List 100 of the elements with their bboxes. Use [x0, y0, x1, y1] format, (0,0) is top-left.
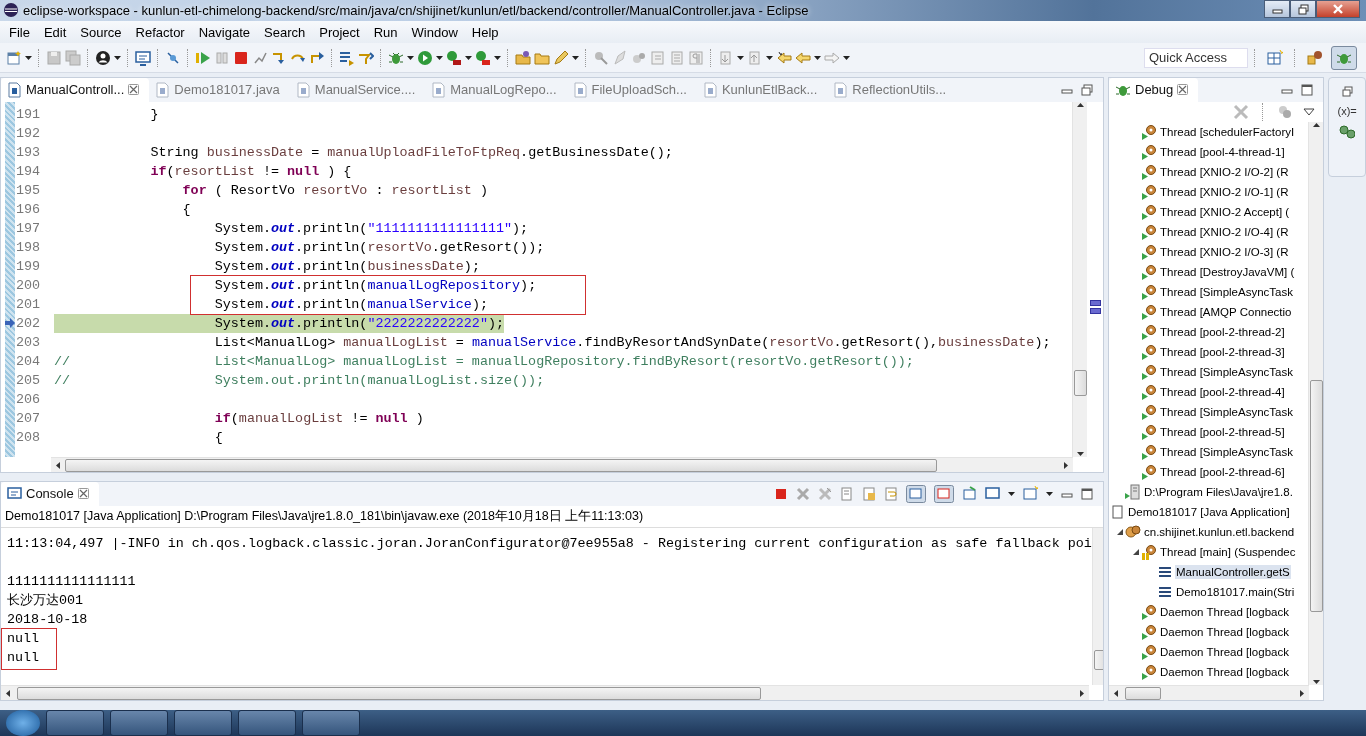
debug-tree-item[interactable]: Demo181017.main(Stri [1175, 584, 1296, 599]
vertical-scrollbar[interactable] [1308, 121, 1324, 685]
horizontal-scrollbar[interactable] [1, 684, 1089, 700]
close-icon[interactable] [77, 488, 89, 500]
console-tab[interactable]: Console [1, 481, 99, 506]
coverage-icon[interactable] [446, 49, 462, 66]
horizontal-scrollbar[interactable] [51, 456, 1073, 472]
caret-icon[interactable] [1008, 489, 1015, 498]
debug-tree-item[interactable]: Daemon Thread [logback [1159, 604, 1290, 619]
stop-icon[interactable] [233, 49, 249, 66]
menu-item[interactable]: Source [73, 24, 129, 40]
scroll-thumb[interactable] [1074, 369, 1087, 396]
debug-tree-item[interactable]: Demo181017 [Java Application] [1127, 504, 1291, 519]
terminate-icon[interactable] [774, 486, 788, 501]
editor-tab[interactable]: Demo181017.java [149, 77, 290, 102]
editor-tab[interactable]: ManualLogRepo... [425, 77, 567, 102]
menu-item[interactable]: Refactor [128, 24, 192, 40]
debug-perspective-button[interactable] [1331, 45, 1357, 70]
debug-tree-item[interactable]: Thread [XNIO-2 I/O-4] (R [1159, 224, 1290, 239]
show-on-output-icon[interactable] [906, 484, 926, 503]
debug-tab[interactable]: Debug [1109, 77, 1199, 102]
caret-icon[interactable] [494, 53, 501, 62]
scroll-right-icon[interactable] [1299, 688, 1306, 697]
caret-icon[interactable] [737, 53, 744, 62]
close-icon[interactable] [128, 84, 140, 96]
debug-tree-item[interactable]: ManualController.getS [1175, 564, 1291, 579]
maximize-icon[interactable] [1301, 83, 1314, 96]
caret-icon[interactable] [465, 53, 472, 62]
menu-item[interactable]: Help [464, 24, 506, 40]
overview-marker[interactable] [1090, 307, 1101, 314]
caret-icon[interactable] [1046, 489, 1053, 498]
menu-item[interactable]: Navigate [191, 24, 257, 40]
taskbar-button[interactable] [46, 710, 104, 736]
caret-icon[interactable] [114, 53, 121, 62]
caret-icon[interactable] [407, 53, 414, 62]
debug-tree-item[interactable]: Thread [XNIO-2 I/O-1] (R [1159, 184, 1290, 199]
scroll-thumb[interactable] [65, 458, 937, 472]
taskbar-button[interactable] [302, 710, 360, 736]
debug-tree-item[interactable]: Thread [AMQP Connectio [1159, 304, 1293, 319]
horizontal-scrollbar[interactable] [1109, 684, 1310, 700]
menu-item[interactable]: Edit [36, 24, 74, 40]
maximize-button[interactable] [1290, 0, 1316, 18]
editor-tab[interactable]: ReflectionUtils... [827, 77, 957, 102]
editor-tab[interactable]: ManualControll... [1, 77, 150, 102]
vertical-scrollbar[interactable] [1091, 527, 1103, 685]
editor-tab[interactable]: KunlunEtlBack... [696, 77, 828, 102]
debug-tree-item[interactable]: Thread [XNIO-2 I/O-2] (R [1159, 164, 1290, 179]
debug-tree-item[interactable]: Daemon Thread [logback [1159, 664, 1290, 679]
minimize-button[interactable] [1264, 0, 1290, 18]
run-tools-icon[interactable] [475, 49, 491, 66]
run-icon[interactable] [417, 49, 433, 66]
taskbar-button[interactable] [174, 710, 232, 736]
debug-tree-item[interactable]: Thread [SimpleAsyncTask [1159, 404, 1294, 419]
caret-icon[interactable] [25, 53, 32, 62]
taskbar-button[interactable] [238, 710, 296, 736]
debug-tree-item[interactable]: Thread [pool-2-thread-2] [1159, 324, 1286, 339]
debug-tree-item[interactable]: D:\Program Files\Java\jre1.8. [1143, 484, 1294, 499]
scroll-left-icon[interactable] [55, 460, 61, 469]
word-wrap-icon[interactable] [884, 486, 898, 501]
overview-marker[interactable] [1090, 299, 1101, 306]
caret-icon[interactable] [843, 53, 850, 62]
debug-tree-item[interactable]: Thread [XNIO-2 I/O-3] (R [1159, 244, 1290, 259]
last-edit-icon[interactable] [776, 49, 792, 66]
scroll-down-icon[interactable] [1076, 450, 1084, 457]
start-button[interactable] [6, 710, 40, 736]
close-icon[interactable] [1177, 84, 1189, 96]
scroll-thumb[interactable] [1093, 649, 1103, 670]
restore-icon[interactable] [1341, 85, 1353, 97]
remove-launch-icon[interactable] [796, 486, 810, 501]
maximize-icon[interactable] [1081, 83, 1093, 96]
debug-tree-item[interactable]: Thread [SimpleAsyncTask [1159, 444, 1294, 459]
debug-tree-item[interactable]: cn.shijinet.kunlun.etl.backend [1143, 524, 1296, 539]
expanded-twisty-icon[interactable] [1131, 547, 1140, 556]
quick-access-field[interactable]: Quick Access [1144, 47, 1248, 68]
show-on-error-icon[interactable] [934, 484, 954, 503]
debug-tree-item[interactable]: Thread [schedulerFactoryI [1159, 124, 1296, 139]
breakpoints-icon[interactable] [1339, 124, 1356, 141]
menu-item[interactable]: Run [366, 24, 405, 40]
debug-tree-item[interactable]: Thread [pool-2-thread-6] [1159, 464, 1286, 479]
scroll-right-icon[interactable] [1079, 688, 1085, 697]
scroll-up-icon[interactable] [1312, 121, 1321, 128]
caret-icon[interactable] [814, 53, 821, 62]
caret-icon[interactable] [766, 53, 773, 62]
menu-item[interactable]: File [2, 24, 37, 40]
debug-tree-item[interactable]: Thread [pool-2-thread-3] [1159, 344, 1286, 359]
debug-tree-item[interactable]: Thread [SimpleAsyncTask [1159, 364, 1294, 379]
debug-tree-item[interactable]: Thread [pool-2-thread-5] [1159, 424, 1286, 439]
scroll-left-icon[interactable] [5, 688, 11, 697]
close-button[interactable] [1316, 0, 1360, 18]
step-return-icon[interactable] [309, 49, 325, 66]
debug-tree-item[interactable]: Thread [XNIO-2 Accept] ( [1159, 204, 1291, 219]
pin-console-icon[interactable] [962, 486, 977, 502]
caret-icon[interactable] [572, 53, 579, 62]
debug-tree-item[interactable]: Thread [SimpleAsyncTask [1159, 284, 1294, 299]
menu-item[interactable]: Project [312, 24, 367, 40]
scroll-down-icon[interactable] [1312, 678, 1321, 685]
caret-icon[interactable] [436, 53, 443, 62]
menu-item[interactable]: Window [404, 24, 465, 40]
scroll-thumb[interactable] [1125, 686, 1161, 700]
scroll-left-icon[interactable] [1113, 688, 1119, 697]
